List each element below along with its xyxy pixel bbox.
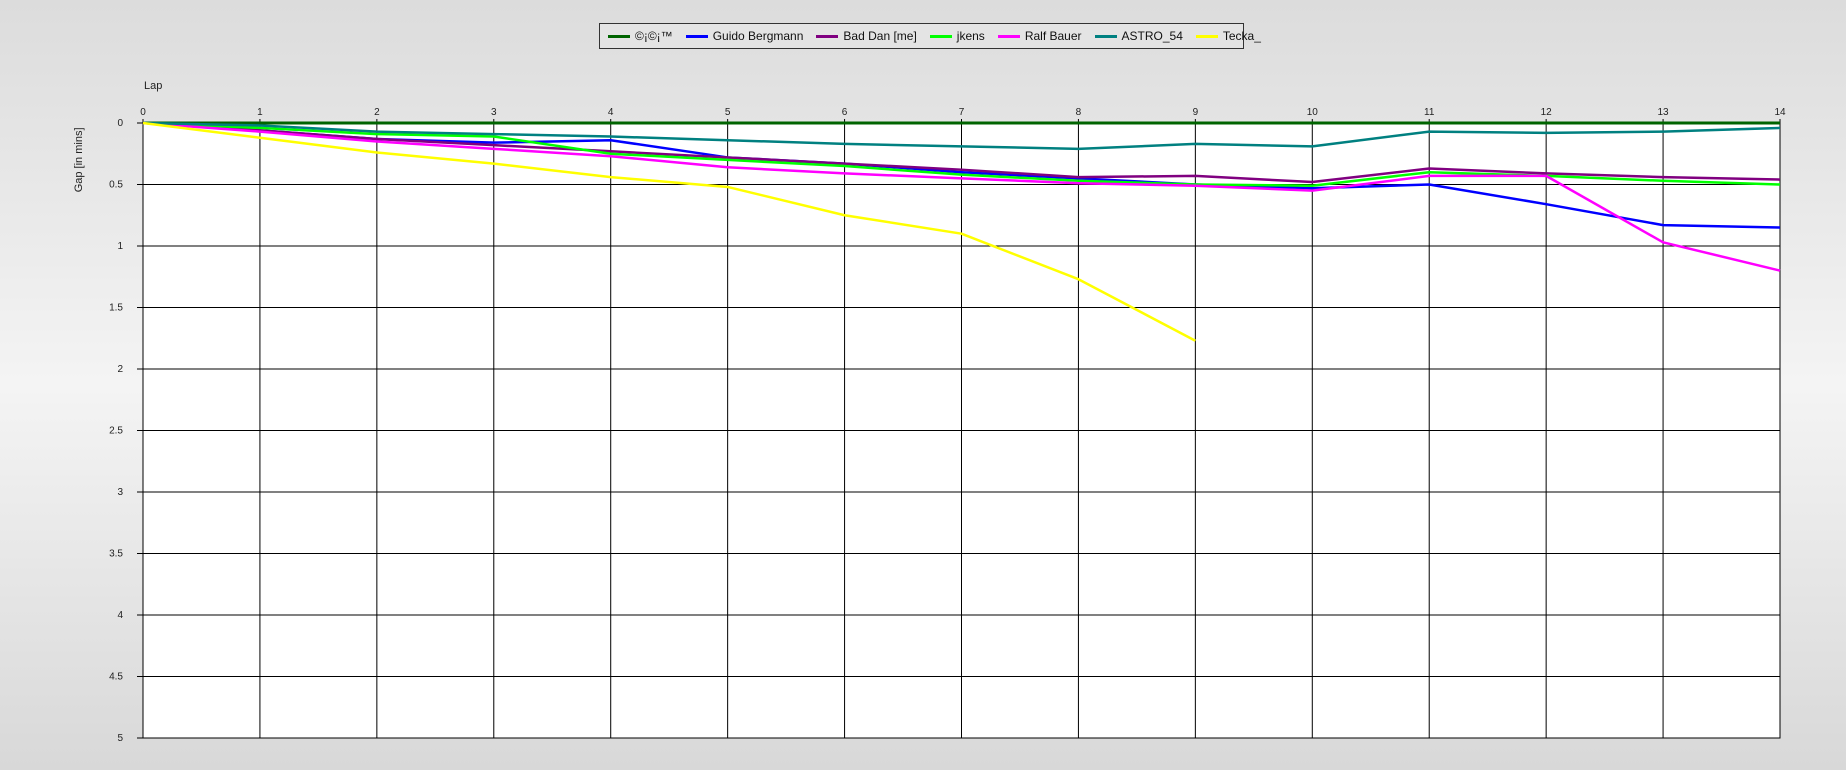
- x-tick-label: 0: [140, 107, 146, 118]
- chart-canvas: 0 1 2 3 4 5 6 7 8 9 10 11 12 13 1400.511.522.533.544.5…: [73, 80, 1786, 744]
- x-tick-label: 1: [257, 107, 263, 118]
- y-tick-label: 1.5: [109, 303, 123, 314]
- x-tick-label: 2: [374, 107, 380, 118]
- x-tick-label: 8: [1076, 107, 1082, 118]
- x-tick-label: 7: [959, 107, 965, 118]
- y-tick-label: 3: [117, 487, 123, 498]
- y-tick-label: 0: [117, 118, 123, 129]
- x-tick-label: 9: [1193, 107, 1199, 118]
- y-axis-title: Gap [in mins]: [73, 127, 85, 192]
- x-tick-label: 4: [608, 107, 614, 118]
- x-tick-label: 12: [1541, 107, 1553, 118]
- x-tick-label: 13: [1658, 107, 1670, 118]
- x-tick-label: 3: [491, 107, 497, 118]
- y-tick-label: 5: [117, 733, 123, 744]
- y-tick-label: 4.5: [109, 672, 123, 683]
- x-tick-label: 5: [725, 107, 731, 118]
- y-tick-label: 3.5: [109, 549, 123, 560]
- y-tick-label: 2: [117, 364, 123, 375]
- x-axis-title: Lap: [144, 80, 162, 92]
- x-tick-label: 14: [1774, 107, 1786, 118]
- y-tick-label: 4: [117, 610, 123, 621]
- x-tick-label: 6: [842, 107, 848, 118]
- x-tick-label: 10: [1307, 107, 1319, 118]
- y-tick-label: 0.5: [109, 180, 123, 191]
- y-tick-label: 2.5: [109, 426, 123, 437]
- y-tick-label: 1: [117, 241, 123, 252]
- x-tick-label: 11: [1424, 107, 1435, 118]
